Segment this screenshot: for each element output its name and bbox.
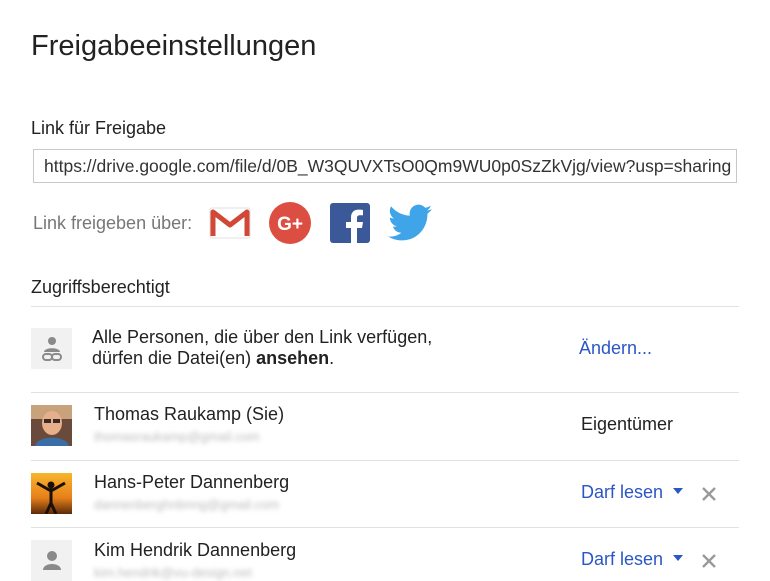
public-access-line1: Alle Personen, die über den Link verfüge… [92, 327, 433, 347]
share-via-row: Link freigeben über: G+ [33, 200, 448, 246]
facebook-icon[interactable] [328, 201, 372, 245]
permission-dropdown-label: Darf lesen [581, 549, 664, 569]
chevron-down-icon [673, 488, 684, 495]
avatar [31, 473, 72, 514]
public-access-permission: ansehen [256, 348, 330, 368]
person-row: Kim Hendrik Dannenberg kim.hendrik@vu-de… [31, 528, 739, 581]
person-role: Eigentümer [581, 414, 674, 434]
public-access-line2: dürfen die Datei(en) ansehen. [92, 348, 432, 369]
public-access-row: Alle Personen, die über den Link verfüge… [31, 307, 739, 392]
person-email: thomasraukamp@gmail.com [94, 429, 260, 444]
public-access-description: Alle Personen, die über den Link verfüge… [92, 327, 432, 369]
dialog-title: Freigabeeinstellungen [31, 30, 317, 62]
person-name: Thomas Raukamp (Sie) [94, 404, 285, 424]
link-section-label: Link für Freigabe [31, 118, 167, 138]
twitter-icon[interactable] [388, 201, 433, 245]
person-row: Hans-Peter Dannenberg dannenberghnbnng@g… [31, 461, 739, 528]
close-icon[interactable] [701, 553, 721, 573]
change-access-link[interactable]: Ändern... [579, 338, 652, 359]
person-row-owner: Thomas Raukamp (Sie) thomasraukamp@gmail… [31, 393, 739, 460]
permission-dropdown[interactable]: Darf lesen [581, 549, 684, 570]
close-icon[interactable] [701, 486, 721, 506]
default-avatar-icon [31, 540, 72, 581]
person-name: Kim Hendrik Dannenberg [94, 540, 297, 560]
avatar [31, 405, 72, 446]
permission-dropdown[interactable]: Darf lesen [581, 482, 684, 503]
svg-text:G+: G+ [277, 214, 303, 235]
access-section-label: Zugriffsberechtigt [31, 277, 170, 297]
person-email: dannenberghnbnng@gmail.com [94, 497, 280, 512]
public-access-line2-suffix: . [329, 348, 335, 368]
permission-dropdown-label: Darf lesen [581, 482, 664, 502]
chevron-down-icon [673, 555, 684, 562]
gmail-icon[interactable] [208, 201, 252, 245]
person-name: Hans-Peter Dannenberg [94, 472, 290, 492]
share-via-label: Link freigeben über: [33, 212, 193, 233]
share-link-input[interactable]: https://drive.google.com/file/d/0B_W3QUV… [33, 149, 737, 183]
public-access-line2-prefix: dürfen die Datei(en) [92, 348, 257, 368]
google-plus-icon[interactable]: G+ [268, 201, 312, 245]
link-person-icon [31, 328, 72, 369]
